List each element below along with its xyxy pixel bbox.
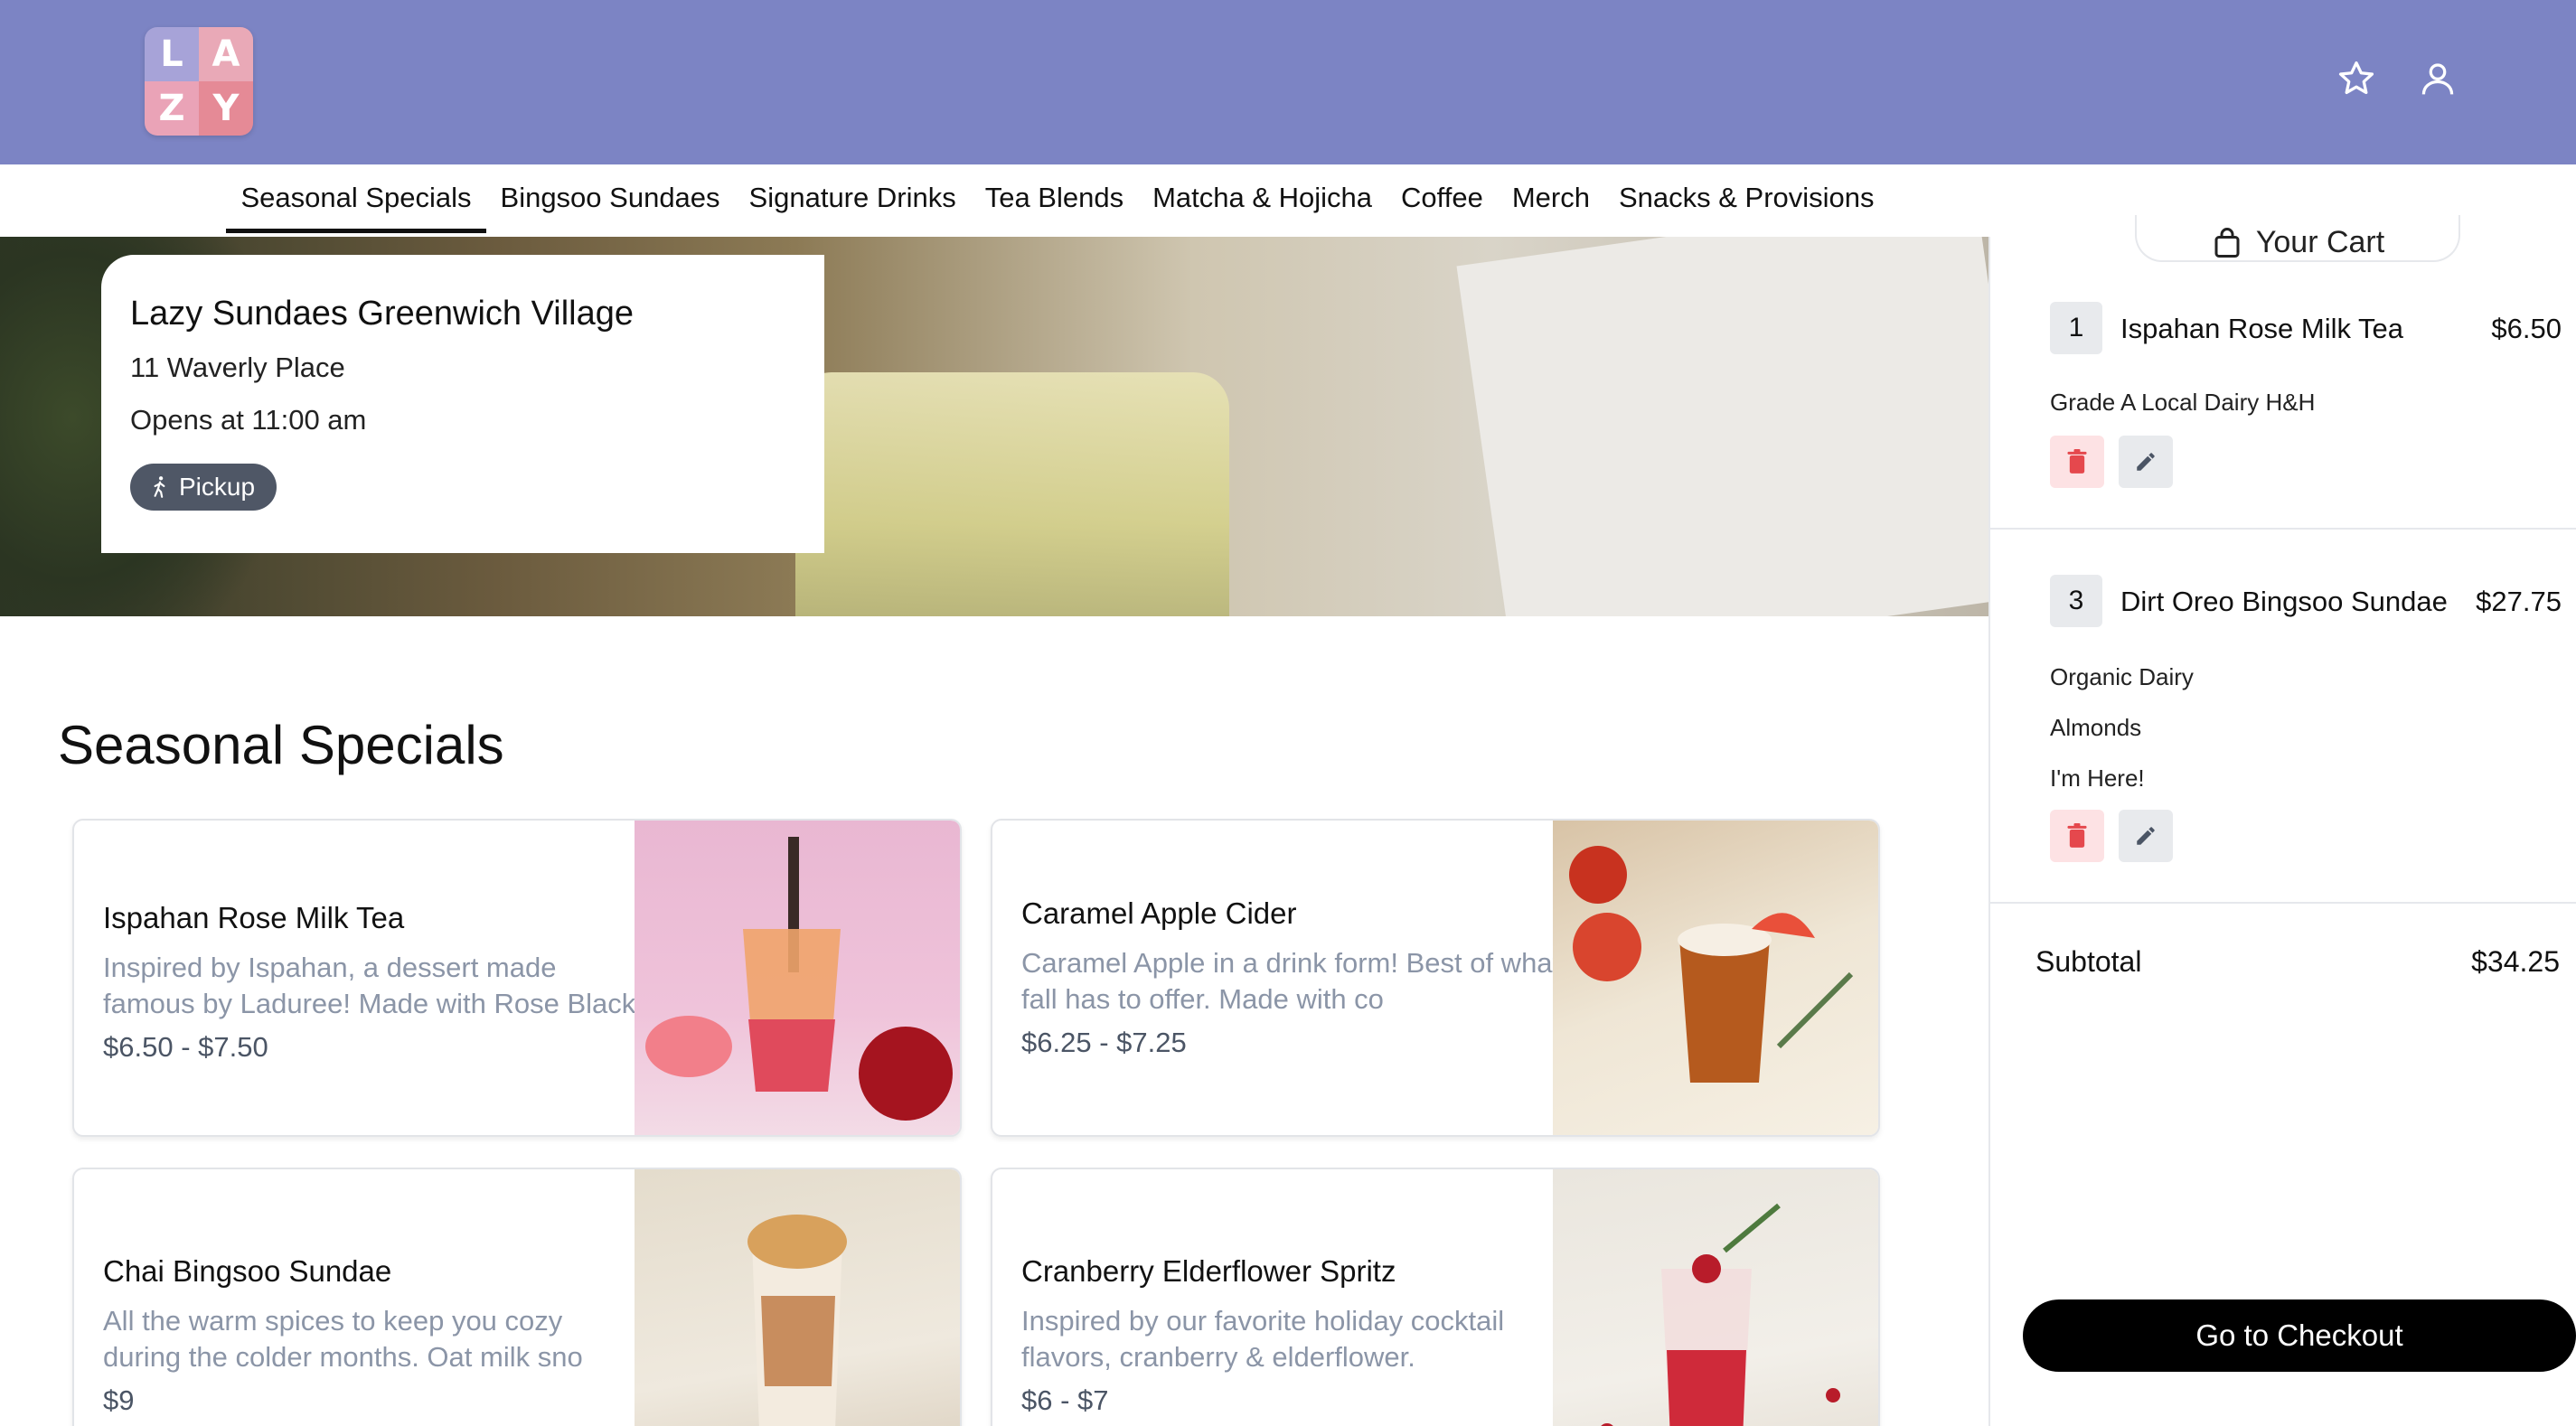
- item-name: Ispahan Rose Milk Tea: [2120, 313, 2404, 344]
- product-image: [1553, 821, 1878, 1135]
- product-name: Ispahan Rose Milk Tea: [103, 901, 405, 934]
- pickup-mode-button[interactable]: Pickup: [130, 464, 277, 511]
- walking-icon: [154, 476, 165, 498]
- item-option: Organic Dairy: [2050, 663, 2194, 690]
- product-description: Caramel Apple in a drink form! Best of w…: [1021, 947, 1561, 1015]
- product-card[interactable]: Chai Bingsoo Sundae All the warm spices …: [72, 1168, 962, 1426]
- category-nav: Seasonal Specials Bingsoo Sundaes Signat…: [0, 164, 1988, 237]
- favorites-button[interactable]: [2334, 56, 2379, 101]
- logo-letter: L: [145, 27, 199, 81]
- tab-signature-drinks[interactable]: Signature Drinks: [735, 169, 971, 233]
- checkout-button[interactable]: Go to Checkout: [2023, 1299, 2576, 1372]
- store-name: Lazy Sundaes Greenwich Village: [130, 295, 634, 333]
- product-name: Cranberry Elderflower Spritz: [1021, 1254, 1396, 1288]
- tab-coffee[interactable]: Coffee: [1387, 169, 1498, 233]
- logo-letter: Z: [145, 81, 199, 136]
- product-description: Inspired by Ispahan, a dessert made famo…: [103, 952, 636, 1019]
- drink-cup-image: [795, 372, 1229, 616]
- poster-image: [1456, 237, 1988, 616]
- logo-letter: A: [199, 27, 253, 81]
- tab-bingsoo-sundaes[interactable]: Bingsoo Sundaes: [486, 169, 735, 233]
- item-name: Dirt Oreo Bingsoo Sundae: [2120, 586, 2448, 617]
- item-quantity[interactable]: 3: [2050, 575, 2102, 627]
- section-title: Seasonal Specials: [58, 715, 504, 775]
- product-card[interactable]: Ispahan Rose Milk Tea Inspired by Ispaha…: [72, 819, 962, 1137]
- tab-matcha-hojicha[interactable]: Matcha & Hojicha: [1138, 169, 1387, 233]
- tab-snacks-provisions[interactable]: Snacks & Provisions: [1604, 169, 1889, 233]
- cart-item: 1 Ispahan Rose Milk Tea $6.50 Grade A Lo…: [1990, 237, 2576, 530]
- item-option: I'm Here!: [2050, 765, 2145, 792]
- account-button[interactable]: [2415, 56, 2460, 101]
- trash-icon: [2067, 823, 2087, 848]
- cart-item: 3 Dirt Oreo Bingsoo Sundae $27.75 Organi…: [1990, 530, 2576, 904]
- product-image: [635, 1169, 960, 1426]
- product-card[interactable]: Caramel Apple Cider Caramel Apple in a d…: [991, 819, 1880, 1137]
- pickup-label: Pickup: [179, 473, 256, 501]
- product-card[interactable]: Cranberry Elderflower Spritz Inspired by…: [991, 1168, 1880, 1426]
- product-image: [635, 821, 960, 1135]
- item-option: Almonds: [2050, 714, 2142, 741]
- product-price: $6 - $7: [1021, 1384, 1109, 1416]
- subtotal-label: Subtotal: [2035, 945, 2142, 978]
- product-price: $9: [103, 1384, 135, 1416]
- user-icon: [2421, 63, 2454, 95]
- edit-item-button[interactable]: [2119, 436, 2173, 488]
- item-quantity[interactable]: 1: [2050, 302, 2102, 354]
- delete-item-button[interactable]: [2050, 810, 2104, 862]
- trash-icon: [2067, 449, 2087, 474]
- star-icon: [2338, 61, 2374, 95]
- product-name: Chai Bingsoo Sundae: [103, 1254, 392, 1288]
- item-price: $6.50: [2491, 313, 2562, 344]
- store-info-card: Lazy Sundaes Greenwich Village 11 Waverl…: [101, 255, 824, 553]
- product-price: $6.25 - $7.25: [1021, 1027, 1187, 1058]
- store-hours: Opens at 11:00 am: [130, 404, 367, 436]
- tab-tea-blends[interactable]: Tea Blends: [971, 169, 1138, 233]
- item-option: Grade A Local Dairy H&H: [2050, 389, 2316, 416]
- tab-merch[interactable]: Merch: [1498, 169, 1604, 233]
- edit-item-button[interactable]: [2119, 810, 2173, 862]
- subtotal-value: $34.25: [2471, 945, 2560, 978]
- store-address: 11 Waverly Place: [130, 352, 345, 383]
- product-description: Inspired by our favorite holiday cocktai…: [1021, 1305, 1505, 1373]
- cart-panel: Your Cart 1 Ispahan Rose Milk Tea $6.50 …: [1988, 215, 2576, 1426]
- logo-letter: Y: [199, 81, 253, 136]
- product-name: Caramel Apple Cider: [1021, 896, 1297, 930]
- product-description: All the warm spices to keep you cozy dur…: [103, 1305, 583, 1373]
- product-price: $6.50 - $7.50: [103, 1031, 268, 1063]
- item-price: $27.75: [2476, 586, 2562, 617]
- product-image: [1553, 1169, 1878, 1426]
- top-header: L A Z Y: [0, 0, 2576, 164]
- pencil-icon: [2137, 453, 2155, 471]
- delete-item-button[interactable]: [2050, 436, 2104, 488]
- tab-seasonal-specials[interactable]: Seasonal Specials: [226, 169, 486, 233]
- pencil-icon: [2137, 827, 2155, 845]
- lazy-logo[interactable]: L A Z Y: [145, 27, 253, 136]
